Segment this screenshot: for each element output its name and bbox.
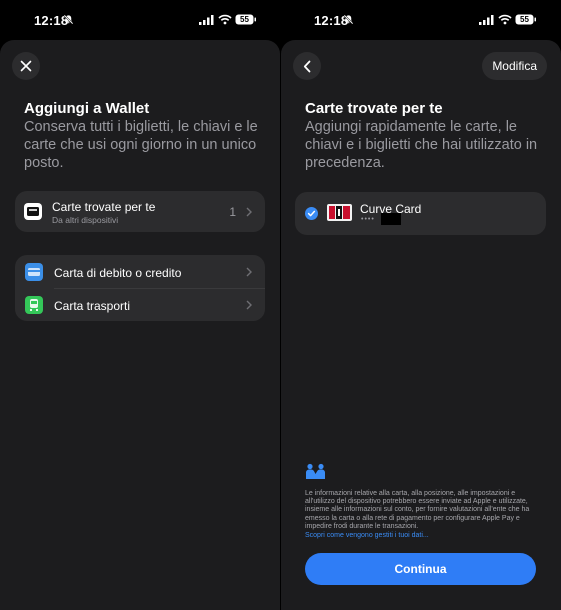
found-cards-source: Da altri dispositivi <box>52 215 119 225</box>
page-subtitle: Aggiungi rapidamente le carte, le chiavi… <box>305 119 538 171</box>
page-title: Aggiungi a Wallet <box>24 100 150 117</box>
chevron-left-icon <box>303 60 311 72</box>
add-to-wallet-sheet: Aggiungi a Wallet Conserva tutti i bigli… <box>0 40 280 610</box>
chevron-right-icon <box>246 267 252 277</box>
transit-card-label: Carta trasporti <box>54 299 131 313</box>
signal-icon <box>479 15 494 25</box>
chevron-right-icon <box>246 300 252 310</box>
curve-card-thumbnail <box>327 204 352 221</box>
checkmark-icon[interactable] <box>305 207 318 220</box>
found-cards-label: Carte trovate per te <box>52 200 156 214</box>
found-cards-row[interactable]: Carte trovate per te Da altri dispositiv… <box>15 191 265 232</box>
battery-level: 55 <box>520 15 529 24</box>
wallet-icon <box>24 203 42 220</box>
privacy-link[interactable]: Scopri come vengono gestiti i tuoi dati.… <box>305 532 429 539</box>
status-bar: 12:18 55 <box>0 0 280 40</box>
train-icon <box>25 296 43 314</box>
credit-card-icon <box>25 263 43 281</box>
signal-icon <box>199 15 214 25</box>
page-title: Carte trovate per te <box>305 100 443 117</box>
found-card-item[interactable]: Curve Card •••• <box>295 192 546 235</box>
redacted-number-block <box>381 213 401 225</box>
wifi-icon <box>218 14 232 25</box>
silent-bell-icon <box>63 14 74 25</box>
chevron-right-icon <box>246 207 252 217</box>
battery-icon: 55 <box>515 14 537 25</box>
left-screen: 12:18 55 Aggiungi a Wallet Conserva tutt… <box>0 0 280 610</box>
debit-credit-card-label: Carta di debito o credito <box>54 266 182 280</box>
back-button[interactable] <box>293 52 321 80</box>
battery-icon: 55 <box>235 14 257 25</box>
close-icon <box>20 60 32 72</box>
silent-bell-icon <box>343 14 354 25</box>
card-masked-number: •••• <box>361 216 375 223</box>
edit-button[interactable]: Modifica <box>482 52 547 80</box>
wifi-icon <box>498 14 512 25</box>
found-cards-count: 1 <box>229 205 236 219</box>
debit-credit-card-option[interactable]: Carta di debito o credito <box>15 255 265 288</box>
transit-card-option[interactable]: Carta trasporti <box>15 289 265 321</box>
status-bar: 12:18 55 <box>281 0 561 40</box>
continue-button[interactable]: Continua <box>305 553 536 585</box>
right-screen: 12:18 55 Modifica Carte trovate per te A… <box>281 0 561 610</box>
page-subtitle: Conserva tutti i biglietti, le chiavi e … <box>24 119 258 171</box>
close-button[interactable] <box>12 52 40 80</box>
privacy-disclosure: Le informazioni relative alla carta, all… <box>305 490 530 530</box>
add-options-group: Carta di debito o credito Carta trasport… <box>15 255 265 321</box>
privacy-handshake-icon <box>306 463 325 479</box>
battery-level: 55 <box>240 15 249 24</box>
found-cards-sheet: Modifica Carte trovate per te Aggiungi r… <box>281 40 561 610</box>
